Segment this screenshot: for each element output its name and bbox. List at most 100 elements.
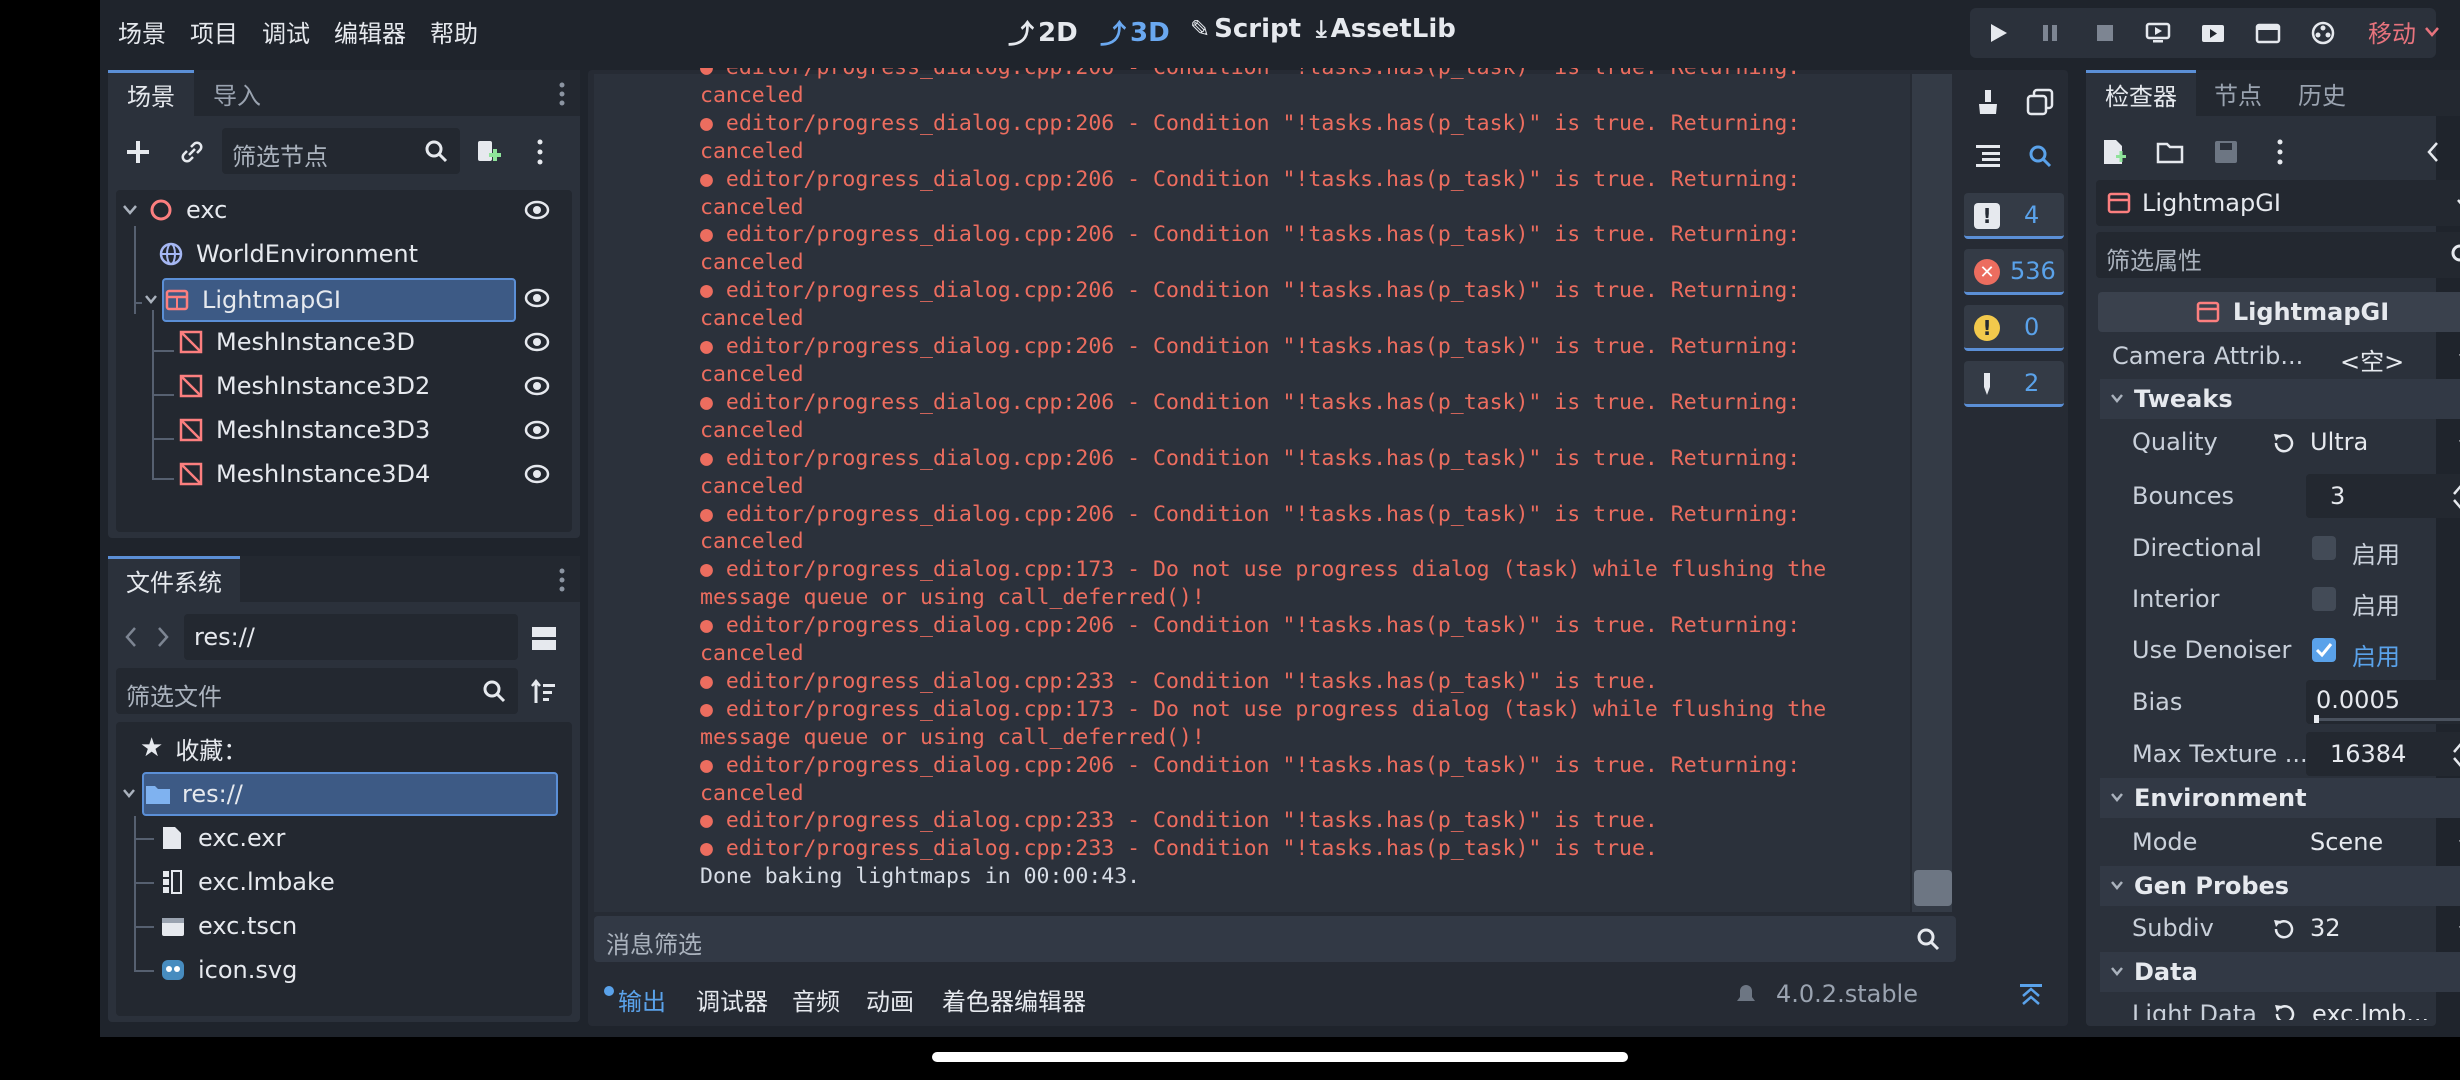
filter-editor-toggle[interactable]: 2 — [1964, 361, 2064, 407]
open-folder-icon[interactable] — [2154, 136, 2186, 168]
file-item[interactable]: exc.tscn — [160, 906, 297, 946]
scene-more-icon[interactable] — [524, 136, 556, 168]
section-environment[interactable]: Environment — [2100, 778, 2460, 818]
object-selector[interactable]: LightmapGI — [2096, 180, 2460, 226]
path-field[interactable]: res:// — [184, 614, 518, 660]
menu-editor[interactable]: 编辑器 — [334, 14, 406, 49]
tab-audio[interactable]: 音频 — [792, 982, 840, 1017]
dock-menu-icon[interactable] — [554, 566, 570, 594]
section-gen-probes[interactable]: Gen Probes — [2100, 866, 2460, 906]
tab-output[interactable]: 输出 — [618, 982, 666, 1017]
tab-scene[interactable]: 场景 — [108, 70, 194, 116]
camera-attrib-value[interactable]: <空> — [2340, 342, 2404, 377]
tab-inspector[interactable]: 检查器 — [2086, 70, 2196, 116]
prop-camera-attributes[interactable]: Camera Attrib... — [2100, 332, 2460, 380]
bounces-spinbox[interactable]: 3 — [2306, 474, 2460, 518]
menu-debug[interactable]: 调试 — [262, 14, 310, 49]
prop-environment-mode[interactable]: Mode — [2100, 818, 2460, 866]
forward-icon[interactable] — [152, 622, 174, 652]
pause-icon[interactable] — [2035, 18, 2065, 48]
revert-icon[interactable] — [2272, 1002, 2296, 1020]
mode-3d-button[interactable]: ⤴ 3D — [1100, 14, 1170, 51]
visibility-eye-icon[interactable] — [524, 329, 550, 355]
interior-checkbox[interactable] — [2312, 587, 2336, 611]
light-data-value[interactable]: exc.lmb... — [2312, 1000, 2429, 1020]
tree-item-meshinstance3d3[interactable]: MeshInstance3D3 — [178, 410, 430, 450]
chevron-down-icon[interactable] — [144, 294, 158, 306]
renderer-label[interactable]: 移动 — [2368, 14, 2416, 49]
stepper-icon[interactable] — [2452, 484, 2460, 510]
visibility-eye-icon[interactable] — [524, 197, 550, 223]
instance-scene-icon[interactable] — [176, 136, 208, 168]
prop-use-denoiser[interactable]: Use Denoiser — [2100, 626, 2460, 674]
menu-help[interactable]: 帮助 — [430, 14, 478, 49]
mode-script-button[interactable]: ✎ Script — [1190, 14, 1301, 44]
use-denoiser-checkbox[interactable] — [2312, 638, 2336, 662]
max-texture-spinbox[interactable]: 16384 — [2306, 732, 2460, 776]
tab-debugger[interactable]: 调试器 — [696, 982, 768, 1017]
new-resource-icon[interactable] — [2098, 136, 2130, 168]
back-icon[interactable] — [2422, 136, 2444, 168]
file-item-root[interactable]: res:// — [122, 774, 243, 814]
search-icon[interactable] — [2024, 140, 2056, 172]
mode-value[interactable]: Scene — [2310, 828, 2383, 856]
tab-history[interactable]: 历史 — [2280, 70, 2364, 116]
filter-messages-toggle[interactable]: ! 4 — [1964, 193, 2064, 239]
back-icon[interactable] — [120, 622, 142, 652]
menu-scene[interactable]: 场景 — [118, 14, 166, 49]
expand-panel-icon[interactable] — [2016, 980, 2046, 1010]
chevron-down-icon[interactable] — [122, 204, 138, 216]
filter-errors-toggle[interactable]: ✕ 536 — [1964, 249, 2064, 295]
mode-assetlib-button[interactable]: ⤓ AssetLib — [1316, 14, 1456, 44]
file-item[interactable]: icon.svg — [160, 950, 297, 990]
sort-icon[interactable] — [528, 676, 560, 708]
stepper-icon[interactable] — [2452, 742, 2460, 768]
menu-project[interactable]: 项目 — [190, 14, 238, 49]
quality-value[interactable]: Ultra — [2310, 428, 2368, 456]
revert-icon[interactable] — [2270, 916, 2296, 942]
tab-node[interactable]: 节点 — [2196, 70, 2280, 116]
save-icon[interactable] — [2210, 136, 2242, 168]
attach-script-icon[interactable] — [472, 136, 504, 168]
file-item[interactable]: exc.lmbake — [160, 862, 335, 902]
visibility-eye-icon[interactable] — [524, 285, 550, 311]
add-node-icon[interactable] — [122, 136, 154, 168]
file-filter-input[interactable]: 筛选文件 — [116, 668, 518, 714]
property-filter-input[interactable]: 筛选属性 — [2096, 232, 2460, 278]
tree-item-worldenvironment[interactable]: WorldEnvironment — [158, 234, 418, 274]
log-scrollbar[interactable] — [1912, 74, 1952, 912]
prop-interior[interactable]: Interior — [2100, 575, 2460, 623]
slider-grabber[interactable] — [2314, 715, 2319, 723]
copy-icon[interactable] — [2024, 86, 2056, 118]
tree-item-exc[interactable]: exc — [122, 190, 542, 230]
split-view-icon[interactable] — [528, 622, 560, 654]
log-scrollbar-thumb[interactable] — [1914, 870, 1952, 906]
dock-menu-icon[interactable] — [554, 80, 570, 108]
remote-debug-icon[interactable] — [2143, 18, 2173, 48]
tree-item-meshinstance3d2[interactable]: MeshInstance3D2 — [178, 366, 430, 406]
section-data[interactable]: Data — [2100, 952, 2460, 992]
file-item[interactable]: exc.exr — [160, 818, 285, 858]
stop-icon[interactable] — [2090, 18, 2120, 48]
subdiv-value[interactable]: 32 — [2310, 914, 2341, 942]
revert-icon[interactable] — [2270, 430, 2296, 456]
tree-item-meshinstance3d[interactable]: MeshInstance3D — [178, 322, 415, 362]
chevron-down-icon[interactable] — [2422, 22, 2442, 42]
tab-import[interactable]: 导入 — [194, 70, 280, 116]
visibility-eye-icon[interactable] — [524, 417, 550, 443]
collapse-icon[interactable] — [1972, 140, 2004, 172]
visibility-eye-icon[interactable] — [524, 461, 550, 487]
scene-filter-input[interactable]: 筛选节点 — [222, 128, 460, 174]
play-scene-icon[interactable] — [2198, 18, 2228, 48]
mode-2d-button[interactable]: ⤴ 2D — [1008, 14, 1078, 51]
clear-log-icon[interactable] — [1972, 86, 2004, 118]
directional-checkbox[interactable] — [2312, 536, 2336, 560]
visibility-eye-icon[interactable] — [524, 373, 550, 399]
movie-maker-icon[interactable] — [2308, 18, 2338, 48]
prop-directional[interactable]: Directional — [2100, 524, 2460, 572]
play-icon[interactable] — [1983, 18, 2013, 48]
tab-animation[interactable]: 动画 — [866, 982, 914, 1017]
home-indicator[interactable] — [932, 1052, 1628, 1062]
filter-warnings-toggle[interactable]: ! 0 — [1964, 305, 2064, 351]
inspector-more-icon[interactable] — [2264, 136, 2296, 168]
